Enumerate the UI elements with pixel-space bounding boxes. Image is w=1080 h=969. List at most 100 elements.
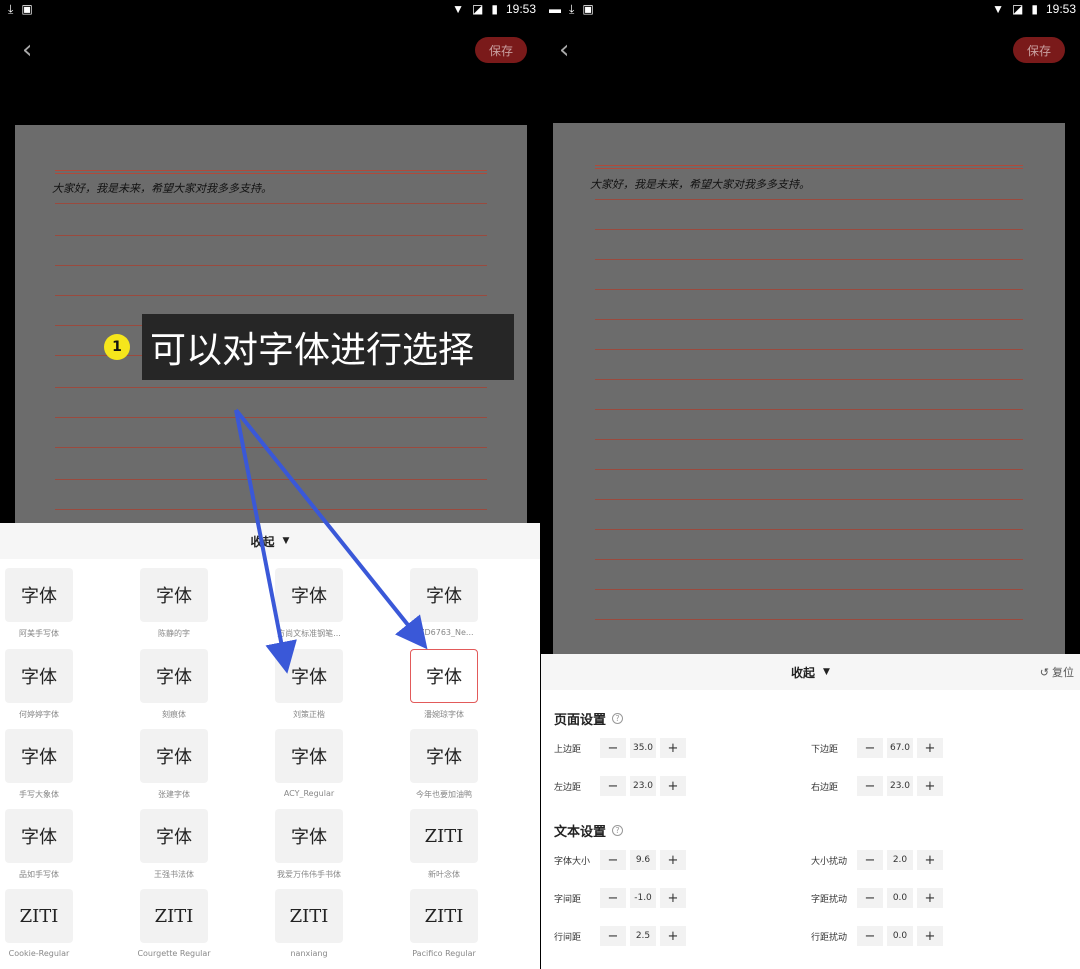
font-preview[interactable]: 字体 — [5, 568, 73, 622]
text-settings-title: 文本设置 — [554, 825, 607, 840]
setting-value[interactable]: -1.0 — [630, 888, 656, 908]
wifi-icon: ▼ — [452, 2, 465, 16]
decrement-button[interactable]: − — [600, 850, 626, 870]
font-option[interactable]: 字体 今年也要加油鸭 — [405, 729, 539, 809]
setting-row: 上边距 −35.0 + — [554, 738, 686, 758]
decrement-button[interactable]: − — [857, 776, 883, 796]
clock: 19:53 — [1045, 2, 1076, 16]
save-button[interactable]: 保存 — [475, 37, 527, 63]
decrement-button[interactable]: − — [857, 850, 883, 870]
font-preview[interactable]: 字体 — [140, 729, 208, 783]
font-preview[interactable]: 字体 — [5, 649, 73, 703]
decrement-button[interactable]: − — [600, 738, 626, 758]
reset-button[interactable]: ↺ 复位 — [1040, 664, 1074, 680]
font-preview[interactable]: 字体 — [140, 568, 208, 622]
collapse-toggle[interactable]: 收起 ▼ — [541, 654, 1080, 690]
back-button[interactable]: ‹ — [22, 37, 32, 63]
font-name: 何婷婷字体 — [19, 710, 59, 719]
setting-value[interactable]: 67.0 — [887, 738, 913, 758]
decrement-button[interactable]: − — [857, 738, 883, 758]
setting-row: 右边距 −23.0 + — [811, 776, 943, 796]
reset-icon: ↺ — [1039, 665, 1049, 679]
font-preview[interactable]: 字体 — [140, 809, 208, 863]
increment-button[interactable]: + — [660, 850, 686, 870]
font-preview[interactable]: 字体 — [5, 729, 73, 783]
increment-button[interactable]: + — [917, 926, 943, 946]
font-option[interactable]: 字体 ACY_Regular — [270, 729, 404, 809]
increment-button[interactable]: + — [660, 888, 686, 908]
font-preview[interactable]: 字体 — [275, 809, 343, 863]
font-option[interactable]: 字体 何婷婷字体 — [0, 649, 134, 729]
font-option[interactable]: ZITI nanxiang — [270, 889, 404, 969]
font-preview[interactable]: ZITI — [410, 809, 478, 863]
back-button[interactable]: ‹ — [559, 37, 569, 63]
font-option[interactable]: 字体 FZD6763_Ne... — [405, 568, 539, 648]
decrement-button[interactable]: − — [857, 888, 883, 908]
decrement-button[interactable]: − — [857, 926, 883, 946]
font-option[interactable]: 字体 潘婉琼字体 — [405, 649, 539, 729]
font-option[interactable]: 字体 刘策正楷 — [270, 649, 404, 729]
font-preview[interactable]: 字体 — [410, 568, 478, 622]
font-option[interactable]: ZITI Courgette Regular — [135, 889, 269, 969]
setting-value[interactable]: 2.0 — [887, 850, 913, 870]
setting-value[interactable]: 0.0 — [887, 926, 913, 946]
font-option[interactable]: 字体 方尚文标准钢笔... — [270, 568, 404, 648]
font-preview[interactable]: 字体 — [275, 649, 343, 703]
font-preview[interactable]: 字体 — [410, 729, 478, 783]
handwriting-line: 大家好，我是未来，希望大家对我多多支持。 — [590, 178, 810, 191]
setting-value[interactable]: 23.0 — [630, 776, 656, 796]
font-option[interactable]: 字体 陈静的字 — [135, 568, 269, 648]
increment-button[interactable]: + — [917, 738, 943, 758]
font-option[interactable]: ZITI Pacifico Regular — [405, 889, 539, 969]
increment-button[interactable]: + — [660, 776, 686, 796]
download-icon: ⤓ — [569, 2, 575, 16]
collapse-toggle[interactable]: 收起 ▼ — [0, 523, 540, 559]
setting-value[interactable]: 35.0 — [630, 738, 656, 758]
decrement-button[interactable]: − — [600, 888, 626, 908]
font-option[interactable]: 字体 手写大象体 — [0, 729, 134, 809]
font-option[interactable]: 字体 我爱万伟伟手书体 — [270, 809, 404, 889]
font-option[interactable]: 字体 阿美手写体 — [0, 568, 134, 648]
font-preview[interactable]: 字体 — [140, 649, 208, 703]
increment-button[interactable]: + — [917, 776, 943, 796]
font-option[interactable]: 字体 品如手写体 — [0, 809, 134, 889]
font-preview[interactable]: ZITI — [140, 889, 208, 943]
font-option[interactable]: 字体 王强书法体 — [135, 809, 269, 889]
caret-down-icon: ▼ — [282, 536, 290, 546]
increment-button[interactable]: + — [917, 850, 943, 870]
font-preview[interactable]: ZITI — [410, 889, 478, 943]
save-button[interactable]: 保存 — [1013, 37, 1065, 63]
decrement-button[interactable]: − — [600, 926, 626, 946]
increment-button[interactable]: + — [660, 738, 686, 758]
setting-row: 行距扰动 −0.0 + — [811, 926, 943, 946]
status-bar: ⤓ ▣ ▼ ◪ ▮ 19:53 — [0, 0, 540, 18]
font-preview[interactable]: 字体 — [5, 809, 73, 863]
collapse-label: 收起 — [791, 665, 816, 680]
increment-button[interactable]: + — [660, 926, 686, 946]
help-icon[interactable]: ? — [612, 713, 624, 724]
font-name: 张建字体 — [158, 790, 190, 799]
decrement-button[interactable]: − — [600, 776, 626, 796]
text-settings-heading: 文本设置? — [554, 821, 624, 840]
font-option[interactable]: 字体 张建字体 — [135, 729, 269, 809]
font-preview[interactable]: ZITI — [275, 889, 343, 943]
setting-row: 行间距 −2.5 + — [554, 926, 686, 946]
setting-value[interactable]: 23.0 — [887, 776, 913, 796]
font-preview[interactable]: 字体 — [410, 649, 478, 703]
app-notification-icon: ▣ — [582, 2, 594, 16]
font-name: nanxiang — [290, 949, 328, 958]
setting-value[interactable]: 9.6 — [630, 850, 656, 870]
setting-value[interactable]: 0.0 — [887, 888, 913, 908]
font-option[interactable]: ZITI 新叶念体 — [405, 809, 539, 889]
font-preview[interactable]: 字体 — [275, 729, 343, 783]
font-name: 刘策正楷 — [293, 710, 325, 719]
increment-button[interactable]: + — [917, 888, 943, 908]
font-option[interactable]: 字体 刻痕体 — [135, 649, 269, 729]
font-preview[interactable]: 字体 — [275, 568, 343, 622]
font-picker-sheet: 收起 ▼ 字体 阿美手写体 字体 陈静的字 字体 方尚文标准钢笔... 字体 FZD6763_N… — [0, 523, 540, 969]
font-preview[interactable]: ZITI — [5, 889, 73, 943]
setting-row: 字距扰动 −0.0 + — [811, 888, 943, 908]
setting-value[interactable]: 2.5 — [630, 926, 656, 946]
font-option[interactable]: ZITI Cookie-Regular — [0, 889, 134, 969]
help-icon[interactable]: ? — [612, 825, 624, 836]
